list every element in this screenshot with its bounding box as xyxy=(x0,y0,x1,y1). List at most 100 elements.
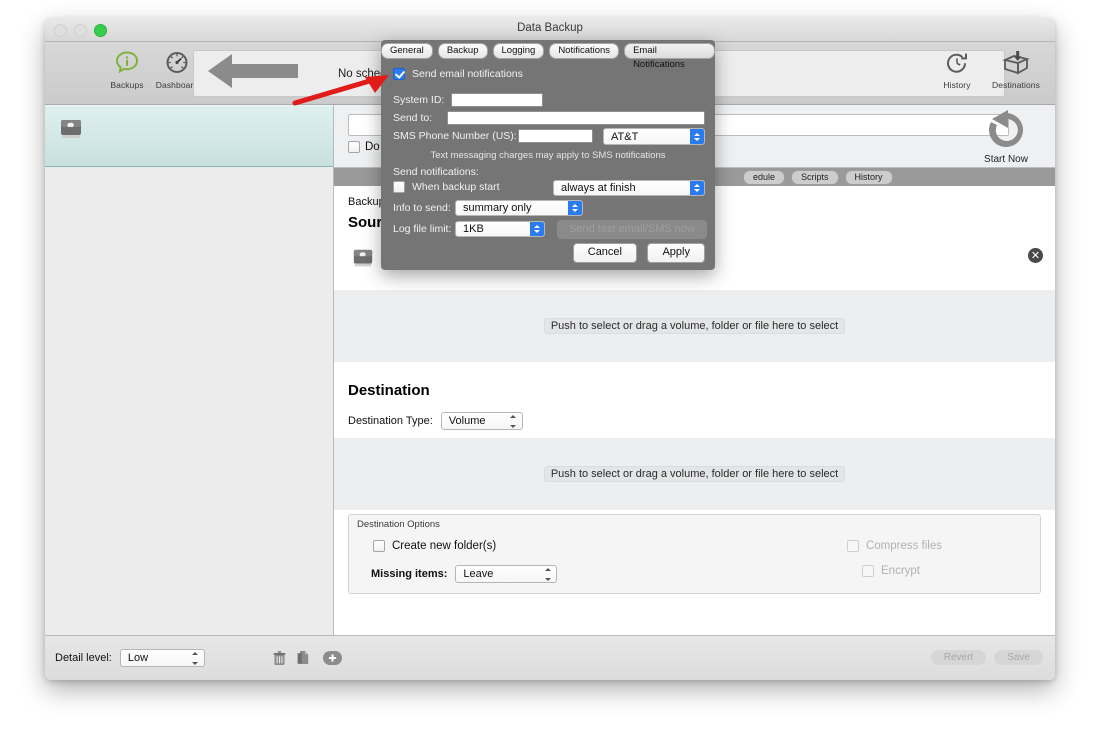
compress-files-label: Compress files xyxy=(866,540,942,552)
pointer-arrow-annotation xyxy=(289,73,393,109)
destination-options-box: Destination Options Create new folder(s)… xyxy=(348,514,1041,594)
info-to-send-value: summary only xyxy=(463,202,531,214)
missing-items-value: Leave xyxy=(463,568,493,580)
box-download-icon xyxy=(985,47,1047,79)
hard-drive-icon xyxy=(352,248,374,275)
backup-list-sidebar xyxy=(45,105,334,636)
system-id-label: System ID: xyxy=(393,94,444,106)
compress-files-row: Compress files xyxy=(847,540,942,552)
create-new-folders-row[interactable]: Create new folder(s) xyxy=(373,540,496,552)
do-copy-checkbox[interactable] xyxy=(348,141,360,153)
duplicate-icon[interactable] xyxy=(297,650,312,671)
chevron-updown-icon xyxy=(568,201,582,215)
sheet-tabstrip: General Backup Logging Notifications Ema… xyxy=(381,43,715,59)
hard-drive-icon xyxy=(60,118,82,147)
toolbar-button-destinations[interactable]: Destinations xyxy=(985,47,1047,90)
destination-type-value: Volume xyxy=(449,415,486,427)
encrypt-row: Encrypt xyxy=(862,565,920,577)
toolbar-label-backups: Backups xyxy=(101,80,153,90)
send-to-input[interactable] xyxy=(447,111,705,125)
sheet-tab-logging[interactable]: Logging xyxy=(493,43,545,59)
chevron-updown-icon xyxy=(530,222,544,236)
sheet-tab-backup[interactable]: Backup xyxy=(438,43,488,59)
when-backup-start-label: When backup start xyxy=(412,181,500,193)
log-file-limit-value: 1KB xyxy=(463,223,484,235)
info-to-send-label: Info to send: xyxy=(393,202,451,214)
destination-options-caption: Destination Options xyxy=(357,519,440,530)
sms-phone-input[interactable] xyxy=(518,129,593,143)
tab-schedule[interactable]: edule xyxy=(743,170,785,185)
sheet-tab-notifications[interactable]: Notifications xyxy=(549,43,619,59)
send-to-label: Send to: xyxy=(393,112,432,124)
when-backup-start-row[interactable]: When backup start xyxy=(393,181,500,193)
start-now-button[interactable]: Start Now xyxy=(969,109,1043,165)
chevron-updown-icon xyxy=(510,415,517,428)
sheet-tab-general[interactable]: General xyxy=(381,43,433,59)
when-value-select[interactable]: always at finish xyxy=(553,180,705,196)
info-bubble-icon xyxy=(101,47,153,79)
send-email-notifications-label: Send email notifications xyxy=(412,68,523,80)
encrypt-label: Encrypt xyxy=(881,565,920,577)
send-test-button: Send test email/SMS now xyxy=(557,220,707,239)
when-value: always at finish xyxy=(561,182,636,194)
close-circle-icon[interactable]: ✕ xyxy=(1028,248,1043,263)
create-new-folders-label: Create new folder(s) xyxy=(392,540,496,552)
sms-charges-hint: Text messaging charges may apply to SMS … xyxy=(393,150,703,161)
detail-level-select[interactable]: Low xyxy=(120,649,205,667)
log-file-limit-select[interactable]: 1KB xyxy=(455,221,545,237)
toolbar-button-backups[interactable]: Backups xyxy=(101,47,153,90)
tab-history[interactable]: History xyxy=(845,170,893,185)
list-tools xyxy=(273,650,342,671)
destination-section-title: Destination xyxy=(348,382,430,399)
info-to-send-select[interactable]: summary only xyxy=(455,200,583,216)
system-id-input[interactable] xyxy=(451,93,543,107)
chevron-updown-icon xyxy=(544,568,551,581)
toolbar-button-history[interactable]: History xyxy=(931,47,983,90)
destination-type-row: Destination Type: Volume xyxy=(348,412,523,430)
sources-dropzone[interactable]: Push to select or drag a volume, folder … xyxy=(334,290,1055,362)
window-titlebar: Data Backup xyxy=(45,18,1055,42)
chevron-updown-icon xyxy=(690,181,704,195)
toolbar-label-history: History xyxy=(931,80,983,90)
send-notifications-label: Send notifications: xyxy=(393,166,479,178)
compress-files-checkbox xyxy=(847,540,859,552)
apply-button[interactable]: Apply xyxy=(647,243,705,263)
trash-icon[interactable] xyxy=(273,651,286,671)
destination-dropzone[interactable]: Push to select or drag a volume, folder … xyxy=(334,438,1055,510)
detail-level-label: Detail level: xyxy=(55,652,112,664)
add-icon[interactable] xyxy=(323,651,342,670)
sources-dropzone-text: Push to select or drag a volume, folder … xyxy=(544,318,845,334)
sidebar-item-backup-set[interactable] xyxy=(45,105,333,167)
window-title: Data Backup xyxy=(45,22,1055,34)
history-clock-icon xyxy=(931,47,983,79)
bottom-bar: Detail level: Low xyxy=(45,635,1055,680)
chevron-updown-icon xyxy=(192,652,199,665)
sheet-tab-email-notifications[interactable]: Email Notifications xyxy=(624,43,715,59)
missing-items-label: Missing items: xyxy=(371,568,447,580)
carrier-value: AT&T xyxy=(611,131,638,143)
start-arrow-icon xyxy=(969,109,1043,156)
chevron-updown-icon xyxy=(690,129,704,144)
send-email-notifications-checkbox[interactable] xyxy=(393,68,405,80)
tab-scripts[interactable]: Scripts xyxy=(791,170,839,185)
destination-dropzone-text: Push to select or drag a volume, folder … xyxy=(544,466,845,482)
toolbar-label-destinations: Destinations xyxy=(985,80,1047,90)
save-button[interactable]: Save xyxy=(994,650,1043,665)
log-file-limit-label: Log file limit: xyxy=(393,223,451,235)
start-now-label: Start Now xyxy=(969,154,1043,165)
destination-type-label: Destination Type: xyxy=(348,415,433,427)
email-notifications-sheet: General Backup Logging Notifications Ema… xyxy=(381,40,715,270)
sms-phone-label: SMS Phone Number (US): xyxy=(393,130,517,142)
save-revert-group: Revert Save xyxy=(931,650,1043,665)
missing-items-row: Missing items: Leave xyxy=(371,565,557,583)
missing-items-select[interactable]: Leave xyxy=(455,565,557,583)
send-email-notifications-row[interactable]: Send email notifications xyxy=(393,68,523,80)
destination-type-select[interactable]: Volume xyxy=(441,412,523,430)
revert-button[interactable]: Revert xyxy=(931,650,986,665)
when-backup-start-checkbox[interactable] xyxy=(393,181,405,193)
cancel-button[interactable]: Cancel xyxy=(573,243,637,263)
encrypt-checkbox xyxy=(862,565,874,577)
carrier-select[interactable]: AT&T xyxy=(603,128,705,145)
create-new-folders-checkbox[interactable] xyxy=(373,540,385,552)
detail-level-row: Detail level: Low xyxy=(55,649,205,667)
